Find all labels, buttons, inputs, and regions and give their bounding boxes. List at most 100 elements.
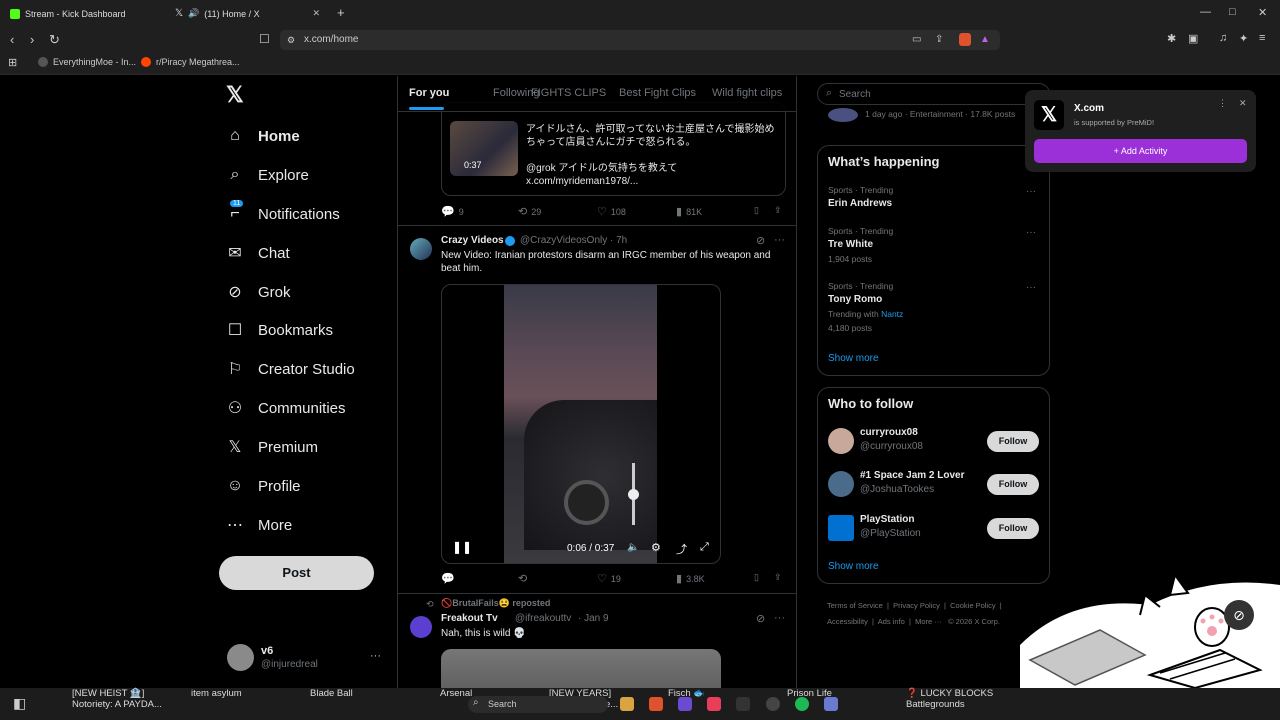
- brave-icon[interactable]: [649, 697, 663, 711]
- maximize-button[interactable]: □: [1229, 6, 1236, 18]
- follow-name[interactable]: curryroux08: [860, 427, 918, 438]
- post-author-name[interactable]: Crazy Videos: [441, 235, 504, 246]
- show-more-link[interactable]: Show more: [828, 561, 879, 572]
- leo-icon[interactable]: ✦: [1239, 32, 1248, 45]
- app-icon[interactable]: [678, 697, 692, 711]
- start-icon[interactable]: ◧: [13, 695, 26, 712]
- tab-fights-clips[interactable]: FIGHTS CLIPS: [531, 87, 606, 99]
- tab-for-you[interactable]: For you: [409, 87, 449, 99]
- video-player[interactable]: ❚❚ 0:06 / 0:37 🔈 ⚙ ⤴ ⤢: [441, 284, 721, 564]
- add-activity-button[interactable]: + Add Activity: [1034, 139, 1247, 163]
- bookmark-piracy[interactable]: r/Piracy Megathrea...: [141, 57, 240, 67]
- popout-icon[interactable]: ⤴: [676, 541, 687, 557]
- volume-handle[interactable]: [628, 489, 639, 500]
- tab-best-fight-clips[interactable]: Best Fight Clips: [619, 87, 696, 99]
- more-icon[interactable]: ···: [774, 612, 785, 624]
- reposted-by[interactable]: 🚫BrutalFails😫 reposted: [441, 598, 550, 609]
- footer-link[interactable]: Privacy Policy: [893, 601, 940, 610]
- sidebar-item-explore[interactable]: ⌕ Explore: [226, 163, 309, 187]
- share-icon[interactable]: ⇪: [935, 30, 943, 50]
- reply-action[interactable]: 💬 9: [441, 205, 464, 218]
- sidebar-item-premium[interactable]: 𝕏 Premium: [226, 435, 318, 459]
- follow-suggestion[interactable]: curryroux08 @curryroux08 Follow: [818, 427, 1051, 458]
- pause-icon[interactable]: ❚❚: [452, 540, 472, 554]
- new-tab-button[interactable]: +: [337, 5, 345, 20]
- music-icon[interactable]: [707, 697, 721, 711]
- avatar[interactable]: [410, 238, 432, 260]
- bookmark-page-icon[interactable]: ☐: [259, 32, 270, 46]
- sidebar-toggle-icon[interactable]: ▣: [1188, 32, 1198, 45]
- fullscreen-icon[interactable]: ⤢: [700, 541, 709, 554]
- like-action[interactable]: ♡ 19: [597, 572, 621, 585]
- post-time[interactable]: · 7h: [610, 235, 627, 246]
- views-action[interactable]: ▮ 81K: [676, 205, 702, 218]
- taskbar-search[interactable]: ⌕ Search: [468, 696, 608, 713]
- grok-icon[interactable]: ⊘: [756, 234, 765, 247]
- follow-name[interactable]: PlayStation: [860, 514, 914, 525]
- app-icon[interactable]: [824, 697, 838, 711]
- sidebar-item-grok[interactable]: ⊘ Grok: [226, 280, 290, 304]
- show-more-link[interactable]: Show more: [828, 353, 879, 364]
- x-logo-icon[interactable]: 𝕏: [226, 82, 244, 108]
- extensions-icon[interactable]: ✱: [1167, 32, 1176, 45]
- follow-name[interactable]: #1 Space Jam 2 Lover: [860, 470, 965, 481]
- sidebar-item-notifications[interactable]: ⌐ Notifications: [226, 202, 339, 226]
- sidebar-item-bookmarks[interactable]: ☐ Bookmarks: [226, 318, 333, 342]
- sidebar-item-more[interactable]: ⋯ More: [226, 513, 292, 537]
- close-icon[interactable]: ✕: [1239, 98, 1247, 109]
- follow-suggestion[interactable]: #1 Space Jam 2 Lover @JoshuaTookes Follow: [818, 470, 1051, 501]
- post-author-handle[interactable]: @CrazyVideosOnly: [520, 235, 607, 246]
- avatar[interactable]: [828, 471, 854, 497]
- repost-action[interactable]: ⟲ 29: [518, 205, 541, 218]
- close-tab-icon[interactable]: ✕: [312, 8, 320, 19]
- rewards-icon[interactable]: ▲: [980, 30, 990, 50]
- volume-icon[interactable]: 🔈: [627, 542, 639, 553]
- share-icon[interactable]: ⇪: [774, 205, 782, 216]
- footer-link[interactable]: Ads info: [878, 617, 905, 626]
- bookmark-everythingmoe[interactable]: EverythingMoe - In...: [38, 57, 136, 67]
- menu-icon[interactable]: ≡: [1259, 32, 1265, 44]
- quoted-link[interactable]: x.com/myrideman1978/...: [526, 175, 784, 188]
- bookmark-icon[interactable]: ▯: [754, 205, 759, 216]
- taskbar-window[interactable]: Arsenal: [440, 688, 472, 699]
- apps-grid-icon[interactable]: ⊞: [8, 56, 17, 69]
- trend-item[interactable]: Sports · Trending Tre White 1,904 posts: [828, 226, 893, 264]
- tab-kick[interactable]: Stream - Kick Dashboard: [10, 4, 126, 23]
- brave-shield-icon[interactable]: [959, 33, 971, 46]
- sidebar-item-creator-studio[interactable]: ⚐ Creator Studio: [226, 357, 355, 381]
- cast-icon[interactable]: ▭: [912, 30, 921, 50]
- more-icon[interactable]: ···: [1026, 282, 1036, 293]
- post-author-handle[interactable]: @ifreakouttv: [515, 613, 571, 624]
- steam-icon[interactable]: [766, 697, 780, 711]
- tab-wild-fight-clips[interactable]: Wild fight clips: [712, 87, 782, 99]
- media-icon[interactable]: ♫: [1219, 32, 1227, 44]
- tab-x-home[interactable]: 𝕏 🔊 (11) Home / X ✕: [175, 4, 325, 23]
- follow-button[interactable]: Follow: [987, 474, 1039, 495]
- avatar[interactable]: [227, 644, 254, 671]
- trend-item[interactable]: Sports · Trending Tony Romo Trending wit…: [828, 281, 903, 333]
- kebab-icon[interactable]: ⋮: [1218, 98, 1227, 109]
- file-explorer-icon[interactable]: [620, 697, 634, 711]
- footer-link[interactable]: Accessibility: [827, 617, 868, 626]
- account-menu-icon[interactable]: ···: [370, 650, 381, 662]
- views-action[interactable]: ▮ 3.8K: [676, 572, 705, 585]
- settings-icon[interactable]: ⚙: [651, 541, 661, 554]
- minimize-button[interactable]: —: [1200, 6, 1211, 18]
- avatar[interactable]: [828, 515, 854, 541]
- spotify-icon[interactable]: [795, 697, 809, 711]
- search-box[interactable]: ⌕ Search: [817, 83, 1050, 105]
- post-author-name[interactable]: Freakout Tv: [441, 613, 498, 624]
- sidebar-item-profile[interactable]: ☺ Profile: [226, 474, 301, 498]
- address-bar[interactable]: ⚙ x.com/home ▭ ⇪ ▲: [280, 30, 1000, 50]
- footer-link[interactable]: Terms of Service: [827, 601, 883, 610]
- post-button[interactable]: Post: [219, 556, 374, 590]
- avatar[interactable]: [828, 428, 854, 454]
- taskbar-window[interactable]: ❓ LUCKY BLOCKS Battlegrounds: [906, 688, 993, 710]
- follow-button[interactable]: Follow: [987, 518, 1039, 539]
- forward-icon[interactable]: ›: [30, 32, 34, 47]
- follow-suggestion[interactable]: PlayStation @PlayStation Follow: [818, 514, 1051, 545]
- post-time[interactable]: · Jan 9: [578, 613, 609, 624]
- trending-with-link[interactable]: Nantz: [881, 309, 903, 319]
- site-info-icon[interactable]: ⚙: [287, 30, 295, 50]
- close-window-button[interactable]: ✕: [1258, 6, 1267, 19]
